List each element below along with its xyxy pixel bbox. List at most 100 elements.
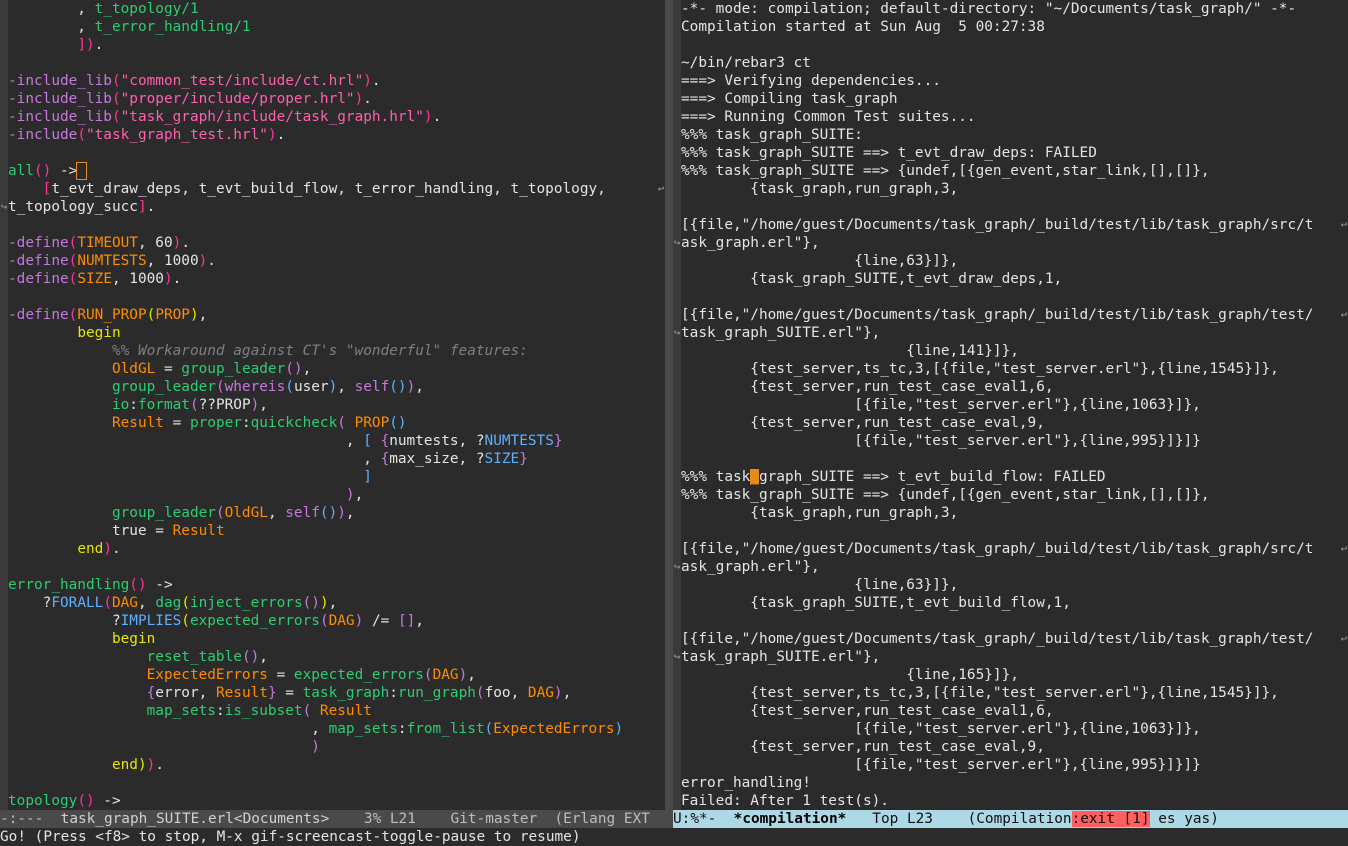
- source-line[interactable]: t_topology_succ]. ↪: [1, 198, 665, 216]
- source-line[interactable]: [8, 216, 665, 234]
- output-line[interactable]: {task_graph,run_graph,3,: [681, 504, 1348, 522]
- source-line[interactable]: , map_sets:from_list(ExpectedErrors): [8, 720, 665, 738]
- output-line[interactable]: [{file,"/home/guest/Documents/task_graph…: [681, 306, 1348, 324]
- source-line[interactable]: -define(TIMEOUT, 60).: [8, 234, 665, 252]
- output-line[interactable]: {test_server,run_test_case_eval1,6,: [681, 378, 1348, 396]
- output-line[interactable]: [681, 612, 1348, 630]
- buffer-name[interactable]: *compilation*: [734, 811, 847, 827]
- output-line[interactable]: ~/bin/rebar3 ct: [681, 54, 1348, 72]
- output-line[interactable]: Failed: After 1 test(s).: [681, 792, 1348, 810]
- source-line[interactable]: io:format(??PROP),: [8, 396, 665, 414]
- output-line[interactable]: {line,63}]},: [681, 252, 1348, 270]
- erlang-source-text[interactable]: , t_topology/1 , t_error_handling/1 ]). -…: [1, 0, 665, 810]
- vc-branch[interactable]: Git-master: [451, 811, 555, 827]
- source-line[interactable]: true = Result: [8, 522, 665, 540]
- source-line[interactable]: [8, 774, 665, 792]
- source-line[interactable]: reset_table(),: [8, 648, 665, 666]
- source-line[interactable]: -include_lib("proper/include/proper.hrl"…: [8, 90, 665, 108]
- source-line[interactable]: -define(RUN_PROP(PROP),: [8, 306, 665, 324]
- output-line[interactable]: {test_server,run_test_case_eval,9,: [681, 414, 1348, 432]
- source-line[interactable]: ]).: [8, 36, 665, 54]
- output-line[interactable]: {line,141}]},: [681, 342, 1348, 360]
- output-line[interactable]: [{file,"/home/guest/Documents/task_graph…: [681, 630, 1348, 648]
- source-line[interactable]: [8, 144, 665, 162]
- output-line[interactable]: error_handling!: [681, 774, 1348, 792]
- output-line[interactable]: {task_graph_SUITE,t_evt_build_flow,1,: [681, 594, 1348, 612]
- source-line[interactable]: [t_evt_draw_deps, t_evt_build_flow, t_er…: [8, 180, 665, 198]
- source-line[interactable]: end)).: [8, 756, 665, 774]
- source-line[interactable]: -include_lib("task_graph/include/task_gr…: [8, 108, 665, 126]
- source-line[interactable]: , t_topology/1: [8, 0, 665, 18]
- output-line[interactable]: -*- mode: compilation; default-directory…: [681, 0, 1348, 18]
- buffer-name[interactable]: task_graph_SUITE.erl<Documents>: [61, 811, 330, 827]
- editor-window-erlang[interactable]: , t_topology/1 , t_error_handling/1 ]). -…: [0, 0, 665, 810]
- right-mode-line[interactable]: U:%*- *compilation* Top L23 (Compilation…: [673, 810, 1348, 828]
- output-line[interactable]: {test_server,ts_tc,3,[{file,"test_server…: [681, 360, 1348, 378]
- output-line[interactable]: [{file,"test_server.erl"},{line,995}]}]}: [681, 756, 1348, 774]
- source-line[interactable]: ): [8, 738, 665, 756]
- output-line[interactable]: {task_graph_SUITE,t_evt_draw_deps,1,: [681, 270, 1348, 288]
- output-line[interactable]: {test_server,run_test_case_eval,9,: [681, 738, 1348, 756]
- source-line[interactable]: end).: [8, 540, 665, 558]
- output-line[interactable]: [681, 36, 1348, 54]
- output-line[interactable]: [681, 450, 1348, 468]
- source-line[interactable]: -include("task_graph_test.hrl").: [8, 126, 665, 144]
- output-line[interactable]: {line,63}]},: [681, 576, 1348, 594]
- source-line[interactable]: ]: [8, 468, 665, 486]
- output-line[interactable]: ask_graph.erl"}, ↪: [674, 558, 1348, 576]
- output-line[interactable]: {test_server,run_test_case_eval1,6,: [681, 702, 1348, 720]
- output-line[interactable]: %%% task_graph_SUITE ==> {undef,[{gen_ev…: [681, 162, 1348, 180]
- source-line[interactable]: ?FORALL(DAG, dag(inject_errors()),: [8, 594, 665, 612]
- output-line[interactable]: ===> Running Common Test suites...: [681, 108, 1348, 126]
- source-line[interactable]: -include_lib("common_test/include/ct.hrl…: [8, 72, 665, 90]
- source-line[interactable]: ?IMPLIES(expected_errors(DAG) /= [],: [8, 612, 665, 630]
- source-line[interactable]: group_leader(OldGL, self()),: [8, 504, 665, 522]
- left-mode-line[interactable]: -:--- task_graph_SUITE.erl<Documents> 3%…: [0, 810, 665, 828]
- output-line[interactable]: %%% task_graph_SUITE ==> t_evt_draw_deps…: [681, 144, 1348, 162]
- source-line[interactable]: group_leader(whereis(user), self()),: [8, 378, 665, 396]
- compilation-output-text[interactable]: -*- mode: compilation; default-directory…: [674, 0, 1348, 810]
- output-line[interactable]: %%% task_graph_SUITE ==> {undef,[{gen_ev…: [681, 486, 1348, 504]
- source-line[interactable]: ExpectedErrors = expected_errors(DAG),: [8, 666, 665, 684]
- major-mode[interactable]: (Compilation: [968, 811, 1072, 827]
- source-line[interactable]: -define(SIZE, 1000).: [8, 270, 665, 288]
- output-line[interactable]: [{file,"/home/guest/Documents/task_graph…: [681, 540, 1348, 558]
- source-line[interactable]: topology() ->: [8, 792, 665, 810]
- source-line[interactable]: begin: [8, 630, 665, 648]
- source-line[interactable]: %% Workaround against CT's "wonderful" f…: [8, 342, 665, 360]
- output-line[interactable]: task_graph_SUITE.erl"}, ↪: [674, 324, 1348, 342]
- source-line[interactable]: , [ {numtests, ?NUMTESTS}: [8, 432, 665, 450]
- output-line[interactable]: Compilation started at Sun Aug 5 00:27:3…: [681, 18, 1348, 36]
- output-line[interactable]: [{file,"test_server.erl"},{line,1063}]},: [681, 720, 1348, 738]
- window-divider[interactable]: [665, 0, 673, 828]
- source-line[interactable]: all() ->: [8, 162, 665, 180]
- output-line[interactable]: [{file,"/home/guest/Documents/task_graph…: [681, 216, 1348, 234]
- output-line[interactable]: [681, 198, 1348, 216]
- output-line[interactable]: [{file,"test_server.erl"},{line,995}]}]}: [681, 432, 1348, 450]
- source-line[interactable]: {error, Result} = task_graph:run_graph(f…: [8, 684, 665, 702]
- source-line[interactable]: , t_error_handling/1: [8, 18, 665, 36]
- output-line[interactable]: ===> Verifying dependencies...: [681, 72, 1348, 90]
- output-line[interactable]: ask_graph.erl"}, ↪: [674, 234, 1348, 252]
- source-line[interactable]: [8, 288, 665, 306]
- output-line[interactable]: %%% task_graph_SUITE ==> t_evt_build_flo…: [681, 468, 1348, 486]
- source-line[interactable]: error_handling() ->: [8, 576, 665, 594]
- source-line[interactable]: OldGL = group_leader(),: [8, 360, 665, 378]
- output-line[interactable]: ===> Compiling task_graph: [681, 90, 1348, 108]
- major-mode[interactable]: (Erlang EXT: [555, 811, 650, 827]
- source-line[interactable]: Result = proper:quickcheck( PROP(): [8, 414, 665, 432]
- output-line[interactable]: [{file,"test_server.erl"},{line,1063}]},: [681, 396, 1348, 414]
- output-line[interactable]: task_graph_SUITE.erl"}, ↪: [674, 648, 1348, 666]
- output-line[interactable]: [681, 288, 1348, 306]
- source-line[interactable]: [8, 54, 665, 72]
- source-line[interactable]: , {max_size, ?SIZE}: [8, 450, 665, 468]
- output-line[interactable]: [681, 522, 1348, 540]
- source-line[interactable]: -define(NUMTESTS, 1000).: [8, 252, 665, 270]
- source-line[interactable]: map_sets:is_subset( Result: [8, 702, 665, 720]
- output-line[interactable]: {line,165}]},: [681, 666, 1348, 684]
- source-line[interactable]: ),: [8, 486, 665, 504]
- output-line[interactable]: %%% task_graph_SUITE:: [681, 126, 1348, 144]
- output-line[interactable]: {test_server,ts_tc,3,[{file,"test_server…: [681, 684, 1348, 702]
- output-line[interactable]: {task_graph,run_graph,3,: [681, 180, 1348, 198]
- compilation-window[interactable]: -*- mode: compilation; default-directory…: [673, 0, 1348, 810]
